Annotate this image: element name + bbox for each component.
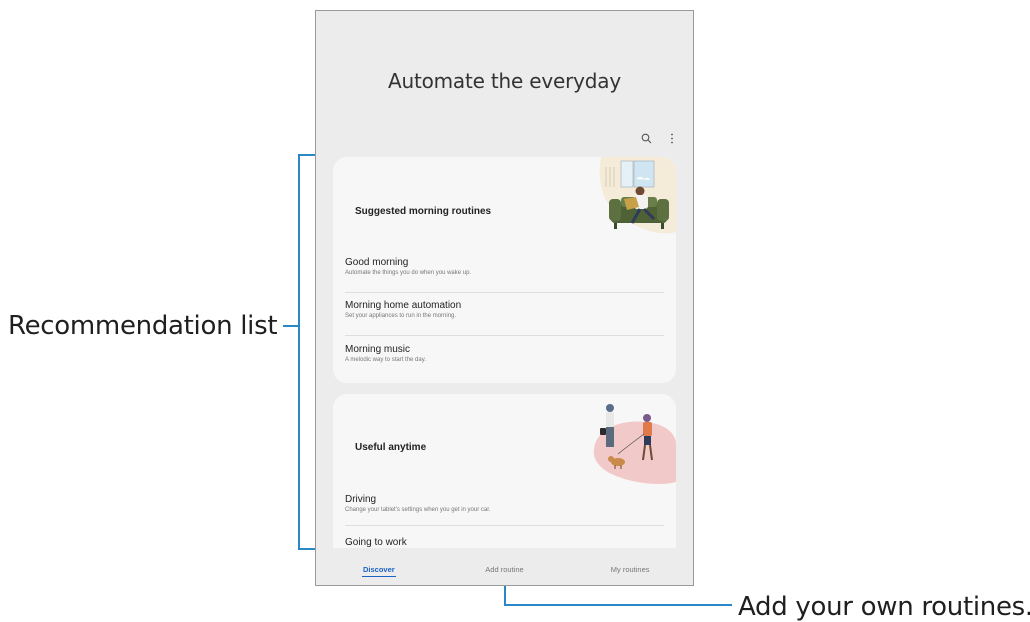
tab-add-routine[interactable]: Add routine <box>449 565 559 574</box>
routine-description: Set your appliances to run in the mornin… <box>345 313 457 319</box>
divider <box>345 292 664 293</box>
more-options-icon[interactable] <box>665 131 679 145</box>
routine-driving[interactable]: Driving Change your tablet's settings wh… <box>345 494 664 513</box>
routine-going-to-work[interactable]: Going to work <box>345 537 664 548</box>
page-title: Automate the everyday <box>388 69 621 93</box>
bottom-nav: Discover Add routine My routines <box>316 559 693 579</box>
routine-description: Change your tablet's settings when you g… <box>345 507 491 513</box>
routine-description: A melodic way to start the day. <box>345 357 426 363</box>
routine-title: Going to work <box>345 537 407 548</box>
card-title: Suggested morning routines <box>355 206 492 217</box>
routine-good-morning[interactable]: Good morning Automate the things you do … <box>345 257 664 276</box>
callout-bracket-tick <box>283 325 299 327</box>
tab-discover[interactable]: Discover <box>324 565 434 577</box>
useful-anytime-card: Useful anytime Driving Change your table… <box>333 394 676 548</box>
routine-title: Driving <box>345 494 377 505</box>
tab-my-routines[interactable]: My routines <box>575 565 685 574</box>
recommendation-list-callout: Recommendation list <box>8 311 278 341</box>
tablet-screen: Automate the everyday Suggested morning … <box>315 10 694 586</box>
toolbar <box>639 131 679 145</box>
add-routines-callout: Add your own routines. <box>738 592 1030 622</box>
dog-walking-illustration <box>593 404 676 484</box>
divider <box>345 525 664 526</box>
search-icon[interactable] <box>639 131 653 145</box>
divider <box>345 335 664 336</box>
routine-description: Automate the things you do when you wake… <box>345 270 472 276</box>
routine-title: Morning home automation <box>345 300 462 311</box>
routine-title: Good morning <box>345 257 409 268</box>
callout-add-horizontal <box>504 604 732 606</box>
routine-morning-home-automation[interactable]: Morning home automation Set your applian… <box>345 300 664 319</box>
card-title: Useful anytime <box>355 442 427 453</box>
routine-title: Morning music <box>345 344 411 355</box>
morning-illustration <box>599 157 676 234</box>
routine-morning-music[interactable]: Morning music A melodic way to start the… <box>345 344 664 363</box>
callout-bracket-vertical <box>298 154 300 550</box>
suggested-morning-card: Suggested morning routines Good morning … <box>333 157 676 383</box>
